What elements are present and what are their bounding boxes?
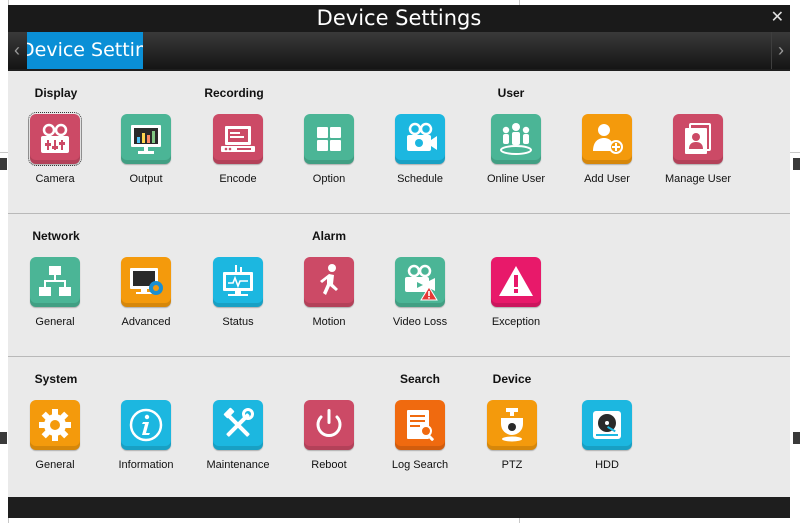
section-label-user: User <box>497 86 525 100</box>
tab-bar: ‹ Device Setting › <box>8 32 790 69</box>
tab-label: Device Setting <box>27 39 143 61</box>
ptz-button[interactable]: PTZ <box>467 400 557 471</box>
reboot-button[interactable]: Reboot <box>284 400 374 471</box>
item-label: General <box>35 459 75 471</box>
section-label-device: Device <box>492 372 532 386</box>
section-label-search: Search <box>399 372 441 386</box>
system-general-button[interactable]: General <box>10 400 100 471</box>
camera-settings-icon <box>28 112 82 166</box>
video-loss-icon <box>395 257 445 307</box>
option-button[interactable]: Option <box>284 114 374 185</box>
item-label: Motion <box>312 316 346 328</box>
video-loss-button[interactable]: Video Loss <box>375 257 465 328</box>
section-label-network: Network <box>32 229 80 243</box>
item-label: Reboot <box>311 459 347 471</box>
section-system-search-device: System Search Device General Information <box>8 357 790 499</box>
background-marker <box>793 158 800 170</box>
item-label: Add User <box>584 173 630 185</box>
item-label: Option <box>312 173 346 185</box>
network-general-button[interactable]: General <box>10 257 100 328</box>
information-button[interactable]: Information <box>101 400 191 471</box>
section-display-recording-user: Display Recording User Camera Output Enc… <box>8 71 790 213</box>
item-label: HDD <box>595 459 619 471</box>
camera-button[interactable]: Camera <box>10 112 100 185</box>
encode-device-icon <box>213 114 263 164</box>
close-icon[interactable]: ✕ <box>771 6 784 30</box>
item-label: Video Loss <box>392 316 448 328</box>
background-marker <box>0 158 7 170</box>
item-label: Advanced <box>121 316 171 328</box>
item-label: Encode <box>219 173 257 185</box>
settings-panel: Display Recording User Camera Output Enc… <box>8 71 790 497</box>
device-settings-window: Device Settings ✕ ‹ Device Setting › Dis… <box>8 5 790 518</box>
background-marker <box>793 432 800 444</box>
grid-options-icon <box>304 114 354 164</box>
item-label: Maintenance <box>206 459 270 471</box>
add-user-icon <box>582 114 632 164</box>
online-user-button[interactable]: Online User <box>471 114 561 185</box>
tab-scroll-left-icon[interactable]: ‹ <box>8 32 26 69</box>
title-bar: Device Settings ✕ <box>8 5 790 32</box>
window-title: Device Settings <box>316 6 482 30</box>
warning-triangle-icon <box>491 257 541 307</box>
monitor-gear-icon <box>121 257 171 307</box>
item-label: Log Search <box>391 459 449 471</box>
hdd-button[interactable]: HDD <box>562 400 652 471</box>
tab-device-setting[interactable]: Device Setting <box>27 32 143 69</box>
item-label: Information <box>118 459 174 471</box>
item-label: Manage User <box>664 173 732 185</box>
section-label-alarm: Alarm <box>311 229 347 243</box>
item-label: Camera <box>35 173 75 185</box>
item-label: Schedule <box>397 173 443 185</box>
output-button[interactable]: Output <box>101 114 191 185</box>
section-label-recording: Recording <box>204 86 264 100</box>
manage-user-icon <box>673 114 723 164</box>
item-label: General <box>35 316 75 328</box>
schedule-button[interactable]: Schedule <box>375 114 465 185</box>
item-label: Online User <box>486 173 546 185</box>
log-search-button[interactable]: Log Search <box>375 400 465 471</box>
add-user-button[interactable]: Add User <box>562 114 652 185</box>
exception-button[interactable]: Exception <box>471 257 561 328</box>
motion-button[interactable]: Motion <box>284 257 374 328</box>
ptz-dome-camera-icon <box>487 400 537 450</box>
window-footer <box>8 497 790 518</box>
network-advanced-button[interactable]: Advanced <box>101 257 191 328</box>
hard-disk-icon <box>582 400 632 450</box>
item-label: PTZ <box>501 459 523 471</box>
item-label: Exception <box>491 316 541 328</box>
item-label: Status <box>222 316 254 328</box>
gear-icon <box>30 400 80 450</box>
maintenance-button[interactable]: Maintenance <box>193 400 283 471</box>
info-icon <box>121 400 171 450</box>
wrench-hammer-icon <box>213 400 263 450</box>
item-label: Output <box>129 173 163 185</box>
motion-person-icon <box>304 257 354 307</box>
background-marker <box>0 432 7 444</box>
online-users-icon <box>491 114 541 164</box>
tab-scroll-right-icon[interactable]: › <box>771 32 790 69</box>
network-topology-icon <box>30 257 80 307</box>
monitor-chart-icon <box>121 114 171 164</box>
video-schedule-icon <box>395 114 445 164</box>
section-label-display: Display <box>34 86 78 100</box>
log-search-icon <box>395 400 445 450</box>
section-label-system: System <box>34 372 78 386</box>
section-network-alarm: Network Alarm General Advanced Status Mo… <box>8 214 790 356</box>
network-status-icon <box>213 257 263 307</box>
power-icon <box>304 400 354 450</box>
manage-user-button[interactable]: Manage User <box>653 114 743 185</box>
network-status-button[interactable]: Status <box>193 257 283 328</box>
encode-button[interactable]: Encode <box>193 114 283 185</box>
